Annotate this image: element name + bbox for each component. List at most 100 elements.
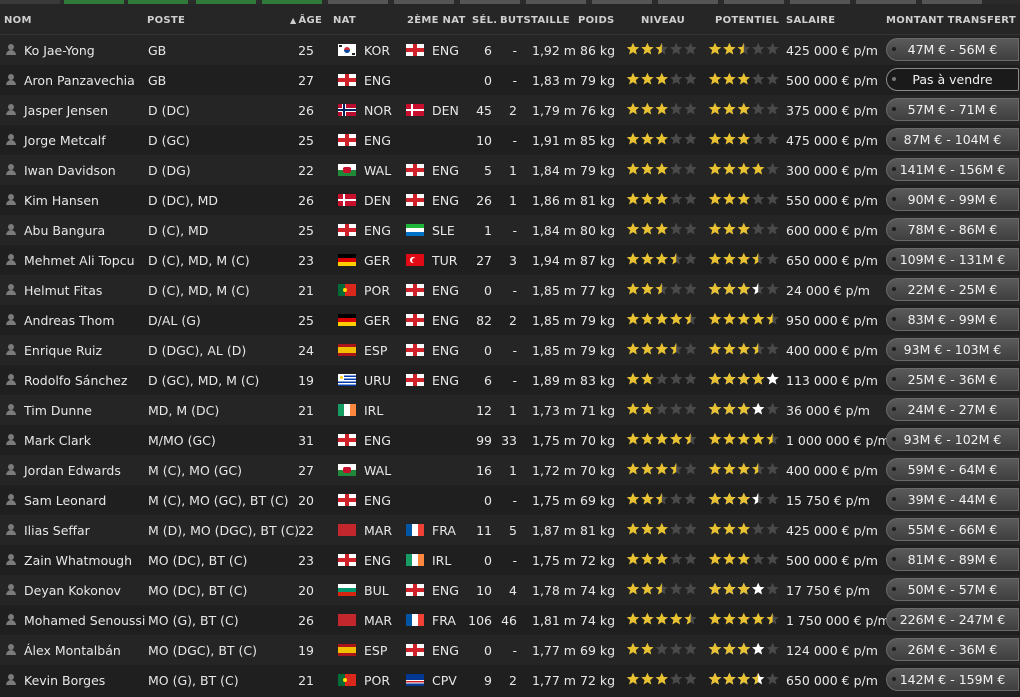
player-name[interactable]: Kevin Borges [24,673,105,688]
table-row[interactable]: Ko Jae-Yong GB 25 KOR ENG 6 -1,92 m 86 kg 425 00… [0,35,1020,65]
player-name[interactable]: Kim Hansen [24,193,99,208]
player-wage: 475 000 € p/m [786,133,878,148]
table-row[interactable]: Deyan Kokonov MO (DC), BT (C) 20 BUL ENG 10 4 1… [0,575,1020,605]
player-position: GB [148,43,167,58]
ability-stars [626,402,698,416]
player-name[interactable]: Helmut Fitas [24,283,102,298]
star-icon [766,432,779,445]
table-row[interactable]: Jorge Metcalf D (GC) 25 ENG 10 -1,91 m 85 kg 47… [0,125,1020,155]
table-row[interactable]: Enrique Ruiz D (DGC), AL (D) 24 ESP ENG 0 -1,8… [0,335,1020,365]
column-header-weight[interactable]: POIDS [578,15,615,26]
star-icon [752,642,765,655]
column-header-position[interactable]: POSTE [147,15,185,26]
transfer-value-button[interactable]: 22M € - 25M € [886,278,1019,301]
transfer-value-button[interactable]: 109M € - 131M € [886,248,1019,271]
transfer-value-button[interactable]: 141M € - 156M € [886,158,1019,181]
player-caps: 0 [484,283,492,298]
column-header-nat2[interactable]: 2ÈME NAT [407,15,466,26]
star-icon [641,372,654,385]
column-header-caps[interactable]: SÉL. [472,15,497,26]
star-icon [670,72,683,85]
transfer-value-button[interactable]: 24M € - 27M € [886,398,1019,421]
transfer-value-label: 47M € - 56M € [907,42,998,57]
column-header-wage[interactable]: SALAIRE [786,15,835,26]
star-icon [752,582,765,595]
table-row[interactable]: Aron Panzavechia GB 27 ENG 0 -1,83 m 79 kg 500 … [0,65,1020,95]
column-header-nat[interactable]: NAT [333,15,356,26]
player-name[interactable]: Abu Bangura [24,223,105,238]
table-row[interactable]: Jasper Jensen D (DC) 26 NOR DEN 45 2 1,79 m 76 k… [0,95,1020,125]
player-name[interactable]: Iwan Davidson [24,163,116,178]
table-row[interactable]: Rodolfo Sánchez D (GC), MD, M (C) 19 URU ENG… [0,365,1020,395]
column-header-age[interactable]: ▲ ÂGE [290,15,322,26]
transfer-value-button[interactable]: 93M € - 103M € [886,338,1019,361]
person-icon [6,644,16,656]
transfer-value-button[interactable]: 90M € - 99M € [886,188,1019,211]
table-row[interactable]: Jordan Edwards M (C), MO (GC) 27 WAL 16 1 1,72… [0,455,1020,485]
transfer-value-button[interactable]: 57M € - 71M € [886,98,1019,121]
player-name[interactable]: Sam Leonard [24,493,106,508]
column-header-goals[interactable]: BUTS [500,15,531,26]
player-name[interactable]: Ko Jae-Yong [24,43,95,58]
player-name[interactable]: Ilias Seffar [24,523,90,538]
player-weight: 71 kg [580,403,616,418]
player-name[interactable]: Aron Panzavechia [24,73,135,88]
table-row[interactable]: Helmut Fitas D (C), MD, M (C) 21 POR ENG 0 -1,… [0,275,1020,305]
transfer-value-button[interactable]: 87M € - 104M € [886,128,1019,151]
player-name[interactable]: Jorge Metcalf [24,133,106,148]
table-row[interactable]: Mehmet Ali Topcu D (C), MD, M (C) 23 GER TUR… [0,245,1020,275]
transfer-value-button[interactable]: 55M € - 66M € [886,518,1019,541]
table-row[interactable]: Ilias Seffar M (D), MO (DGC), BT (C) 22 MAR… [0,515,1020,545]
table-row[interactable]: Mohamed Senoussi MO (G), BT (C) 26 MAR FRA 10… [0,605,1020,635]
player-name[interactable]: Jordan Edwards [24,463,121,478]
star-icon [641,612,654,625]
star-icon [670,252,683,265]
column-header-height[interactable]: TAILLE [531,15,570,26]
player-second-nationality: FRA [432,523,456,538]
table-row[interactable]: Kevin Borges MO (G), BT (C) 21 POR CPV 9 2 1,77… [0,665,1020,695]
star-icon [626,162,640,175]
table-row[interactable]: Tim Dunne MD, M (DC) 21 IRL 12 1 1,73 m 71 kg 36… [0,395,1020,425]
player-name[interactable]: Zain Whatmough [24,553,132,568]
player-name[interactable]: Rodolfo Sánchez [24,373,127,388]
transfer-value-button[interactable]: 50M € - 57M € [886,578,1019,601]
column-header-name[interactable]: NOM [4,15,32,26]
table-row[interactable]: Kim Hansen D (DC), MD 26 DEN ENG 26 1 1,86 m 81 … [0,185,1020,215]
column-header-ability[interactable]: NIVEAU [641,15,685,26]
player-name[interactable]: Mehmet Ali Topcu [24,253,135,268]
transfer-value-button[interactable]: 39M € - 44M € [886,488,1019,511]
transfer-value-button[interactable]: 25M € - 36M € [886,368,1019,391]
transfer-value-button[interactable]: 81M € - 89M € [886,548,1019,571]
transfer-value-button[interactable]: Pas à vendre [886,68,1019,91]
table-row[interactable]: Iwan Davidson D (DG) 22 WAL ENG 5 1 1,84 m 79 kg… [0,155,1020,185]
player-name[interactable]: Deyan Kokonov [24,583,121,598]
player-name[interactable]: Jasper Jensen [24,103,108,118]
player-name[interactable]: Tim Dunne [24,403,92,418]
transfer-value-button[interactable]: 226M € - 247M € [886,608,1019,631]
transfer-value-button[interactable]: 93M € - 102M € [886,428,1019,451]
table-row[interactable]: Álex Montalbán MO (DGC), BT (C) 19 ESP ENG 0 -… [0,635,1020,665]
player-weight: 74 kg [580,613,616,628]
column-header-potential[interactable]: POTENTIEL [715,15,779,26]
transfer-value-button[interactable]: 59M € - 64M € [886,458,1019,481]
column-header-transfer[interactable]: MONTANT TRANSFERT [886,15,1016,26]
transfer-value-button[interactable]: 83M € - 99M € [886,308,1019,331]
player-name[interactable]: Enrique Ruiz [24,343,102,358]
transfer-value-button[interactable]: 26M € - 36M € [886,638,1019,661]
transfer-value-label: 93M € - 102M € [903,432,1002,447]
player-name[interactable]: Mark Clark [24,433,91,448]
table-row[interactable]: Zain Whatmough MO (DC), BT (C) 23 ENG IRL 0 -1… [0,545,1020,575]
transfer-value-button[interactable]: 78M € - 86M € [886,218,1019,241]
potential-stars [708,42,780,56]
player-name[interactable]: Álex Montalbán [24,643,121,658]
player-caps: 5 [484,163,492,178]
table-row[interactable]: Andreas Thom D/AL (G) 25 GER ENG 82 2 1,85 m 79 … [0,305,1020,335]
player-name[interactable]: Andreas Thom [24,313,115,328]
transfer-value-button[interactable]: 142M € - 159M € [886,668,1019,691]
table-row[interactable]: Mark Clark M/MO (GC) 31 ENG 99 33 1,75 m 70 kg 1… [0,425,1020,455]
table-row[interactable]: Sam Leonard M (C), MO (GC), BT (C) 20 ENG 0 -… [0,485,1020,515]
transfer-value-button[interactable]: 47M € - 56M € [886,38,1019,61]
table-row[interactable]: Abu Bangura D (C), MD 25 ENG SLE 1 -1,84 m 80 k… [0,215,1020,245]
player-name[interactable]: Mohamed Senoussi [24,613,145,628]
person-icon [6,224,16,236]
